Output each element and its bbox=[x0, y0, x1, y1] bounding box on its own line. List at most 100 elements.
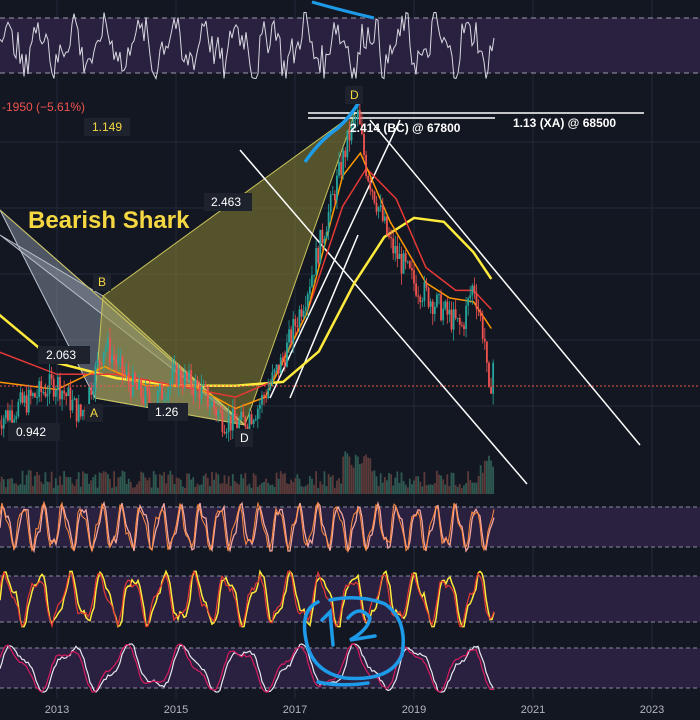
volume-bar bbox=[296, 474, 299, 494]
candle-body bbox=[286, 342, 288, 367]
candle-body bbox=[436, 294, 438, 307]
candle-body bbox=[423, 282, 426, 301]
x-tick-label: 2023 bbox=[640, 704, 664, 716]
volume-bar bbox=[113, 471, 116, 494]
volume-bar bbox=[146, 480, 149, 494]
volume-bar bbox=[394, 477, 397, 494]
candle-body bbox=[388, 234, 390, 238]
candle-body bbox=[292, 318, 295, 344]
candle-body bbox=[167, 388, 170, 400]
candle-body bbox=[46, 394, 49, 397]
candle-body bbox=[338, 161, 340, 176]
volume-bar bbox=[473, 482, 476, 494]
volume-bar bbox=[477, 475, 480, 494]
candle-body bbox=[29, 389, 32, 396]
volume-bar bbox=[452, 472, 455, 494]
volume-bar bbox=[136, 484, 138, 494]
volume-bar bbox=[148, 477, 151, 494]
candle-body bbox=[227, 416, 230, 432]
volume-bar bbox=[67, 477, 70, 494]
volume-bar bbox=[111, 487, 113, 494]
candle-body bbox=[111, 355, 113, 363]
x-axis: 2013 2015 2017 2019 2021 2023 bbox=[0, 699, 700, 720]
volume-bar bbox=[252, 473, 255, 494]
candle-body bbox=[413, 270, 415, 284]
ratio-label-text: 1.26 bbox=[155, 405, 179, 419]
volume-bar bbox=[479, 465, 482, 494]
volume-bar bbox=[275, 472, 278, 494]
candle-body bbox=[277, 364, 280, 374]
volume-bar bbox=[2, 479, 5, 494]
candle-body bbox=[179, 369, 182, 384]
ratio-label-1149: 1.149 bbox=[84, 118, 130, 136]
volume-bar bbox=[106, 474, 109, 494]
candle-body bbox=[479, 311, 482, 317]
candle-body bbox=[456, 317, 459, 319]
candle-body bbox=[246, 426, 249, 430]
volume-bar bbox=[152, 471, 155, 494]
volume-bar bbox=[377, 486, 380, 494]
candle-body bbox=[211, 402, 213, 407]
volume-bar bbox=[169, 470, 172, 494]
volume-bar bbox=[256, 486, 259, 494]
volume-bar bbox=[340, 483, 343, 494]
volume-bar bbox=[306, 484, 309, 494]
candle-body bbox=[48, 374, 51, 395]
candle-body bbox=[77, 404, 80, 422]
candle-body bbox=[408, 261, 411, 269]
candle-body bbox=[298, 309, 301, 327]
candle-body bbox=[88, 387, 91, 407]
volume-bar bbox=[429, 484, 432, 494]
candle-body bbox=[171, 368, 174, 382]
volume-bar bbox=[250, 487, 253, 494]
candle-body bbox=[231, 408, 234, 431]
volume-bar bbox=[311, 478, 313, 494]
candle-body bbox=[354, 117, 357, 120]
candle-body bbox=[325, 232, 328, 239]
candle-body bbox=[234, 408, 236, 421]
candle-body bbox=[467, 298, 470, 306]
candle-body bbox=[148, 391, 151, 405]
volume-bar bbox=[159, 474, 161, 494]
volume-bar bbox=[121, 470, 124, 494]
candle-body bbox=[469, 295, 472, 299]
candle-body bbox=[169, 381, 172, 389]
candle-body bbox=[54, 390, 57, 397]
volume-bar bbox=[363, 456, 365, 494]
candle-body bbox=[144, 387, 147, 404]
volume-bar bbox=[342, 456, 345, 494]
candle-body bbox=[7, 410, 9, 421]
volume-bar bbox=[177, 478, 180, 494]
volume-bar bbox=[40, 481, 43, 494]
candle-body bbox=[184, 372, 186, 388]
volume-bar bbox=[154, 474, 157, 494]
candle-body bbox=[365, 154, 368, 176]
volume-bar bbox=[79, 486, 82, 494]
volume-bar bbox=[225, 483, 228, 494]
candle-body bbox=[102, 351, 105, 364]
candle-body bbox=[306, 293, 309, 308]
volume-bar bbox=[319, 481, 322, 494]
volume-bar bbox=[181, 486, 184, 494]
candle-body bbox=[242, 411, 245, 418]
volume-bar bbox=[192, 477, 195, 494]
candle-body bbox=[134, 373, 136, 384]
volume-bar bbox=[104, 471, 107, 494]
candle-body bbox=[100, 362, 103, 364]
volume-bar bbox=[390, 474, 392, 494]
volume-bar bbox=[184, 487, 186, 494]
volume-bar bbox=[36, 472, 38, 494]
volume-bar bbox=[336, 480, 338, 494]
volume-bar bbox=[460, 487, 463, 494]
volume-bar bbox=[331, 475, 334, 494]
candle-body bbox=[194, 380, 197, 396]
x-tick-label: 2021 bbox=[521, 704, 545, 716]
volume-bar bbox=[350, 464, 353, 494]
volume-bar bbox=[406, 487, 409, 494]
volume-bar bbox=[25, 474, 28, 494]
candle-body bbox=[200, 385, 203, 399]
volume-bar bbox=[267, 482, 270, 494]
volume-bar bbox=[77, 472, 80, 494]
candle-body bbox=[196, 380, 199, 386]
volume-bar bbox=[138, 481, 141, 494]
